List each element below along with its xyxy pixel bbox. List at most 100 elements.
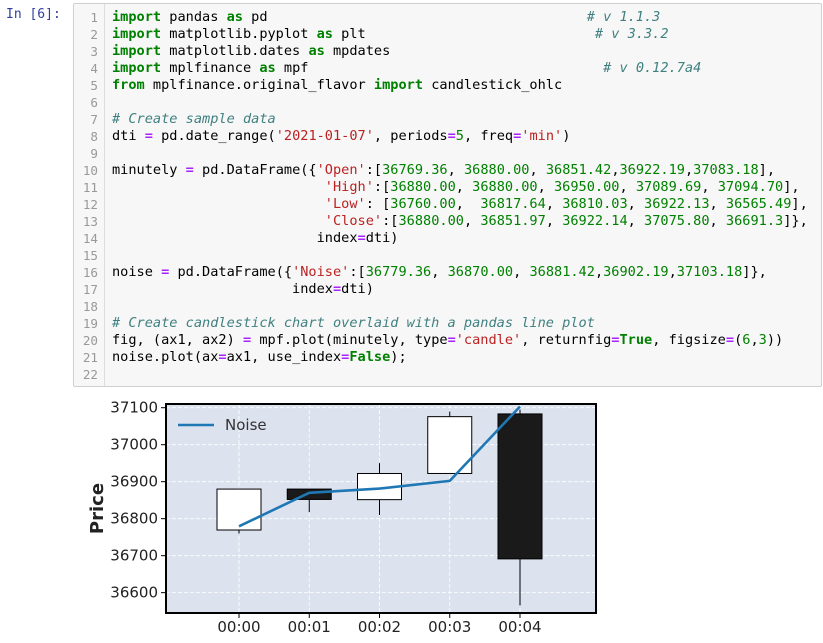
code-token: ], <box>758 162 776 178</box>
code-token: 'Low' <box>324 196 366 212</box>
code-line[interactable]: 5 from mplfinance.original_flavor import … <box>74 77 821 94</box>
code-line[interactable]: 14 index=dti) <box>74 230 821 247</box>
code-token: = <box>144 128 153 144</box>
line-number: 1 <box>90 10 98 25</box>
code-token: , <box>701 179 718 195</box>
code-token: True <box>619 332 653 348</box>
code-line[interactable]: 11 'High':[36880.00, 36880.00, 36950.00,… <box>74 179 821 196</box>
code-text: fig, (ax1, ax2) = mpf.plot(minutely, typ… <box>112 332 783 349</box>
code-line[interactable]: 4 import mplfinance as mpf # v 0.12.7a4 <box>74 60 821 77</box>
line-number: 8 <box>90 129 98 144</box>
code-token: = <box>185 162 194 178</box>
code-token: , <box>545 196 563 212</box>
code-token: dti) <box>341 281 374 297</box>
code-token: 'min' <box>521 128 563 144</box>
code-token: 36880.00 <box>390 179 456 195</box>
code-token: 37089.69 <box>635 179 702 195</box>
code-token: = <box>332 281 342 297</box>
code-token: index <box>112 230 358 246</box>
code-token: , <box>684 162 694 178</box>
code-token: 'candle' <box>455 332 522 348</box>
code-line[interactable]: 3 import matplotlib.dates as mpdates <box>74 43 821 60</box>
code-token: 36880.00 <box>472 179 538 195</box>
line-number: 22 <box>82 367 98 382</box>
code-text: from mplfinance.original_flavor import c… <box>112 77 562 94</box>
code-token: pd.DataFrame({ <box>193 162 317 178</box>
code-token: , freq <box>463 128 514 144</box>
code-token: 36565.49 <box>725 196 792 212</box>
code-text: # Create sample data <box>112 111 276 128</box>
code-line[interactable]: 2 import matplotlib.pyplot as plt # v 3.3… <box>74 26 821 43</box>
code-line[interactable]: 18 <box>74 298 821 315</box>
code-token: 3 <box>758 332 767 348</box>
code-text: noise.plot(ax=ax1, use_index=False); <box>112 349 407 366</box>
code-token: = <box>218 349 227 365</box>
code-token: 36902.19 <box>603 264 669 280</box>
code-cell[interactable]: 1 import pandas as pd # v 1.1.3 2 import ma… <box>73 3 822 387</box>
candlestick-chart: 36600 36700 36800 36900 37000 37100 00:00 00:01… <box>87 399 597 636</box>
code-text: noise = pd.DataFrame({'Noise':[36779.36,… <box>112 264 767 281</box>
code-line[interactable]: 8 dti = pd.date_range('2021-01-07', perio… <box>74 128 821 145</box>
code-text: minutely = pd.DataFrame({'Open':[36769.3… <box>112 162 775 179</box>
code-line[interactable]: 9 <box>74 145 821 162</box>
code-line[interactable]: 22 <box>74 366 821 383</box>
code-token: 36880.00 <box>463 162 530 178</box>
code-token: , <box>513 264 530 280</box>
code-token: 'Close' <box>324 213 383 229</box>
code-line[interactable]: 17 index=dti) <box>74 281 821 298</box>
code-line[interactable]: 15 <box>74 247 821 264</box>
code-token: candlestick_ohlc <box>423 77 563 93</box>
code-token: , <box>455 179 473 195</box>
code-token: pd.date_range( <box>152 128 276 144</box>
code-token: : [ <box>365 196 391 212</box>
code-token: '2021-01-07' <box>275 128 374 144</box>
code-token: pd <box>242 9 587 25</box>
code-line[interactable]: 10 minutely = pd.DataFrame({'Open':[36769… <box>74 162 821 179</box>
code-token: :[ <box>349 264 366 280</box>
code-token: , <box>447 162 464 178</box>
code-token: 37103.18 <box>676 264 743 280</box>
code-line[interactable]: 12 'Low': [36760.00, 36817.64, 36810.03,… <box>74 196 821 213</box>
code-line[interactable]: 1 import pandas as pd # v 1.1.3 <box>74 9 821 26</box>
code-token: )) <box>766 332 784 348</box>
code-line[interactable]: 21 noise.plot(ax=ax1, use_index=False); <box>74 349 821 366</box>
x-tick-label: 00:04 <box>498 618 541 636</box>
code-token: , figsize <box>652 332 726 348</box>
code-token: = <box>357 230 366 246</box>
code-token: fig, (ax1, ax2) <box>112 332 243 348</box>
code-token: 36779.36 <box>365 264 432 280</box>
code-token: ], <box>791 196 808 212</box>
code-token: as <box>226 9 243 25</box>
code-token: , <box>611 162 620 178</box>
code-line[interactable]: 19 # Create candlestick chart overlaid wi… <box>74 315 821 332</box>
code-line[interactable]: 20 fig, (ax1, ax2) = mpf.plot(minutely, t… <box>74 332 821 349</box>
code-token: ]}, <box>742 264 767 280</box>
line-number: 13 <box>82 214 98 229</box>
code-token: import <box>112 26 162 42</box>
y-tick-label: 36600 <box>110 584 158 602</box>
line-number: 7 <box>90 112 98 127</box>
code-token: as <box>316 26 333 42</box>
code-text: # Create candlestick chart overlaid with… <box>112 315 595 332</box>
code-line[interactable]: 7 # Create sample data <box>74 111 821 128</box>
line-number: 6 <box>90 95 98 110</box>
code-line[interactable]: 13 'Close':[36880.00, 36851.97, 36922.14… <box>74 213 821 230</box>
x-tick-label: 00:02 <box>358 618 401 636</box>
code-token: , <box>709 213 726 229</box>
code-token: False <box>349 349 391 365</box>
y-tick-label: 36900 <box>110 473 158 491</box>
code-token: 'Open' <box>316 162 366 178</box>
code-text: dti = pd.date_range('2021-01-07', period… <box>112 128 570 145</box>
code-token: :[ <box>373 179 391 195</box>
code-token: 36881.42 <box>529 264 595 280</box>
code-line[interactable]: 6 <box>74 94 821 111</box>
code-line[interactable]: 16 noise = pd.DataFrame({'Noise':[36779.3… <box>74 264 821 281</box>
code-editor[interactable]: 1 import pandas as pd # v 1.1.3 2 import ma… <box>74 9 821 383</box>
line-number: 21 <box>82 350 98 365</box>
code-token: 36870.00 <box>447 264 514 280</box>
code-token: :[ <box>365 162 383 178</box>
code-token: , <box>619 179 636 195</box>
code-token: matplotlib.dates <box>161 43 309 59</box>
code-token: ]}, <box>783 213 808 229</box>
